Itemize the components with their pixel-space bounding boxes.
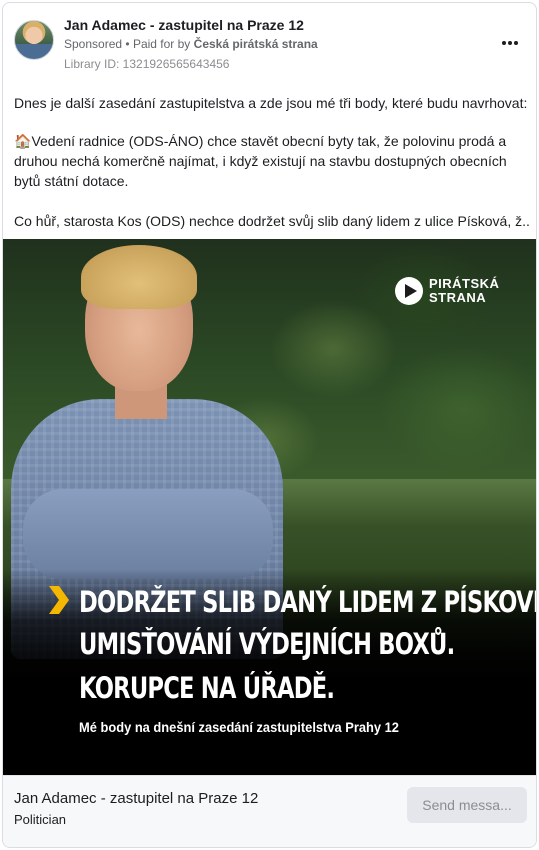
person-hair [81,245,197,309]
pirate-flag-icon [395,277,423,305]
post-text-paragraph-3[interactable]: Co hůř, starosta Kos (ODS) nechce dodrže… [14,211,529,231]
ad-image[interactable]: PIRÁTSKÁ STRANA DODRŽET SLIB DANÝ LIDEM … [3,239,537,775]
headline-2: UMISŤOVÁNÍ VÝDEJNÍCH BOXŮ. [79,627,455,661]
paid-for-prefix: Paid for by [132,37,191,51]
post-header: Jan Adamec - zastupitel na Praze 12 Spon… [3,3,536,83]
person-crossed-arms [23,489,273,579]
sponsored-post-card: Jan Adamec - zastupitel na Praze 12 Spon… [2,2,537,848]
chevron-right-icon [49,586,69,614]
avatar[interactable] [14,20,54,60]
logo-line-1: PIRÁTSKÁ [429,276,500,291]
separator-dot: • [125,37,130,51]
house-emoji-icon: 🏠 [14,133,32,149]
pirate-party-logo: PIRÁTSKÁ STRANA [395,277,499,305]
more-options-button[interactable] [498,31,522,55]
payer-name: Česká pirátská strana [193,37,318,51]
footer-category: Politician [14,812,67,827]
post-text-paragraph-1: Dnes je další zasedání zastupitelstva a … [14,95,528,111]
sponsored-label: Sponsored [64,37,123,51]
headline-1: DODRŽET SLIB DANÝ LIDEM Z PÍSKOVÉ. [79,585,537,619]
send-message-button[interactable]: Send messa... [407,787,527,823]
image-subline: Mé body na dnešní zasedání zastupitelstv… [79,719,399,735]
page-name-link[interactable]: Jan Adamec - zastupitel na Praze 12 [64,17,304,33]
footer-page-name[interactable]: Jan Adamec - zastupitel na Praze 12 [14,790,258,807]
headline-3: KORUPCE NA ÚŘADĚ. [79,671,335,705]
post-text-paragraph-2: 🏠Vedení radnice (ODS-ÁNO) chce stavět ob… [14,131,529,191]
more-horizontal-icon [502,41,506,45]
logo-line-2: STRANA [429,290,487,305]
paragraph-2-text: Vedení radnice (ODS-ÁNO) chce stavět obe… [14,133,507,189]
ad-footer: Jan Adamec - zastupitel na Praze 12 Poli… [3,775,536,847]
library-id: Library ID: 1321926565643456 [64,57,230,71]
sponsored-line: Sponsored • Paid for by Česká pirátská s… [64,37,318,51]
